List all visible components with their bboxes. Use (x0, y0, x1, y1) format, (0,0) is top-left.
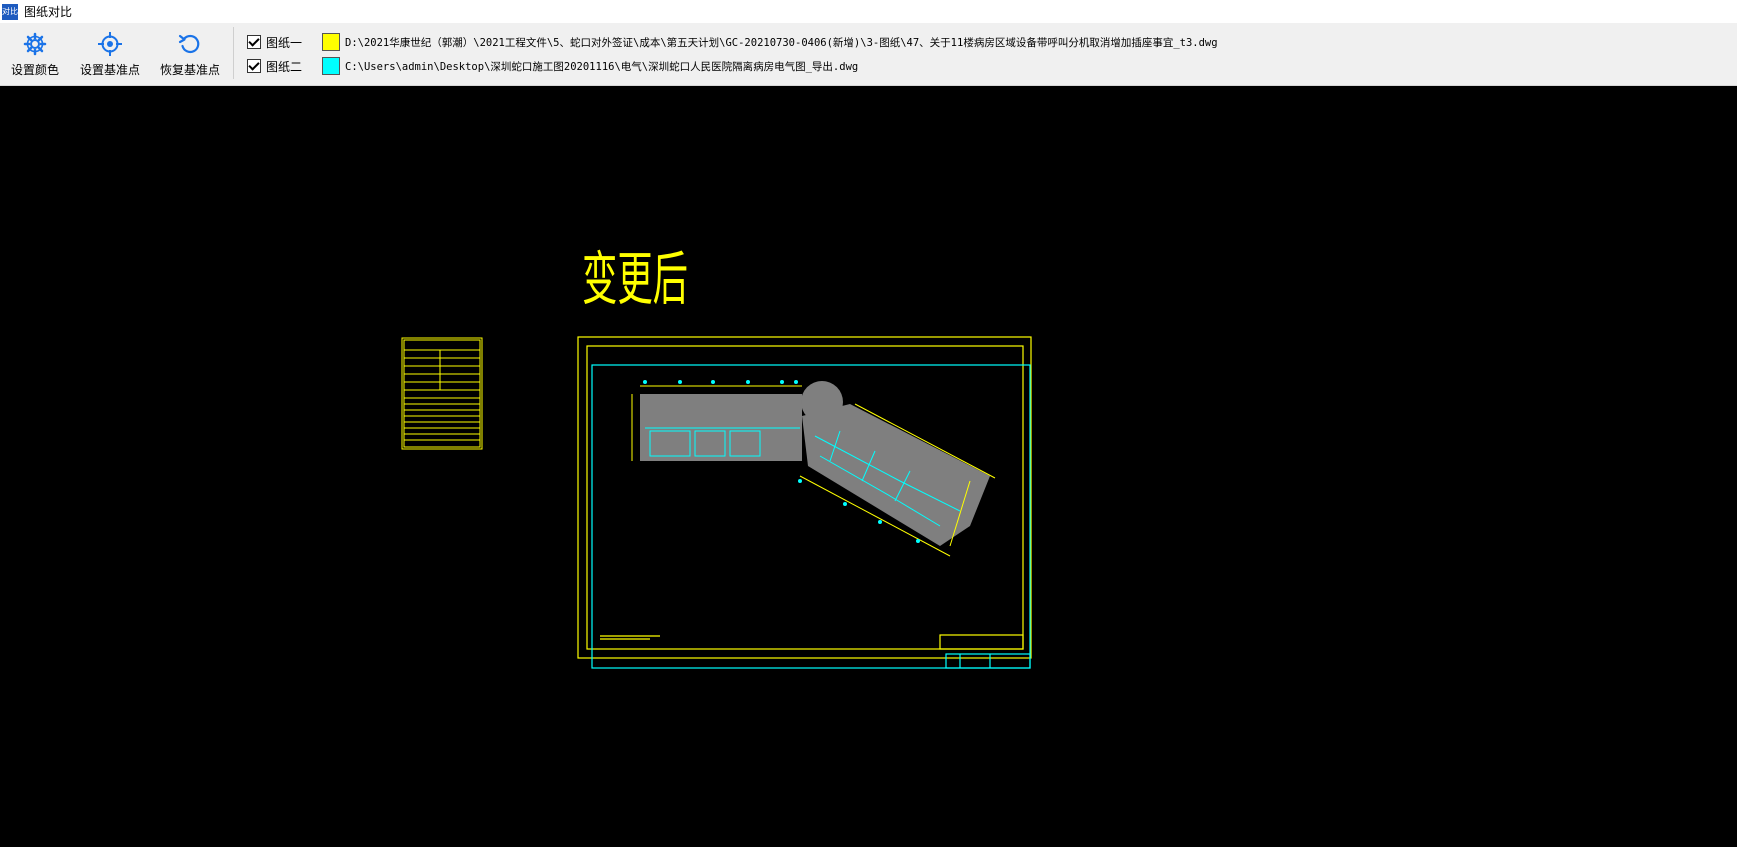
gear-icon (23, 32, 47, 56)
drawing-2-label: 图纸二 (266, 59, 303, 74)
set-base-point-button[interactable]: 设置基准点 (74, 23, 146, 83)
drawing-1-path: D:\2021华康世纪（郭潮）\2021工程文件\5、蛇口对外签证\成本\第五天… (345, 36, 1218, 49)
toolbar: 设置颜色 设置基准点 恢复基准点 图纸一 D:\2021华康世纪（郭潮）\202… (0, 23, 1737, 86)
crosshair-icon (98, 32, 122, 56)
app-icon: 对比 (2, 3, 18, 20)
canvas-annotation: 变更后 (582, 247, 688, 312)
title-bar: 对比 图纸对比 (0, 0, 1737, 23)
drawing-canvas[interactable]: 变更后 (0, 86, 1737, 843)
drawing-1-color-swatch[interactable] (322, 33, 340, 51)
drawing-1-label: 图纸一 (266, 35, 303, 50)
toolbar-separator (233, 27, 234, 79)
drawing-2-path: C:\Users\admin\Desktop\深圳蛇口施工图20201116\电… (345, 60, 859, 73)
window-title: 图纸对比 (24, 5, 73, 19)
rotate-icon (178, 34, 200, 54)
cad-drawing: 变更后 (401, 247, 1032, 669)
drawing-2-checkbox[interactable] (247, 59, 261, 73)
drawing-1-checkbox[interactable] (247, 35, 261, 49)
set-color-button[interactable]: 设置颜色 (6, 23, 64, 83)
drawing-row-1: 图纸一 D:\2021华康世纪（郭潮）\2021工程文件\5、蛇口对外签证\成本… (247, 32, 1218, 52)
drawing-2-color-swatch[interactable] (322, 57, 340, 75)
drawing-row-2: 图纸二 C:\Users\admin\Desktop\深圳蛇口施工图202011… (247, 56, 858, 76)
floor-plan (631, 380, 996, 557)
title-sheet (401, 337, 483, 450)
restore-base-point-button[interactable]: 恢复基准点 (154, 23, 226, 83)
